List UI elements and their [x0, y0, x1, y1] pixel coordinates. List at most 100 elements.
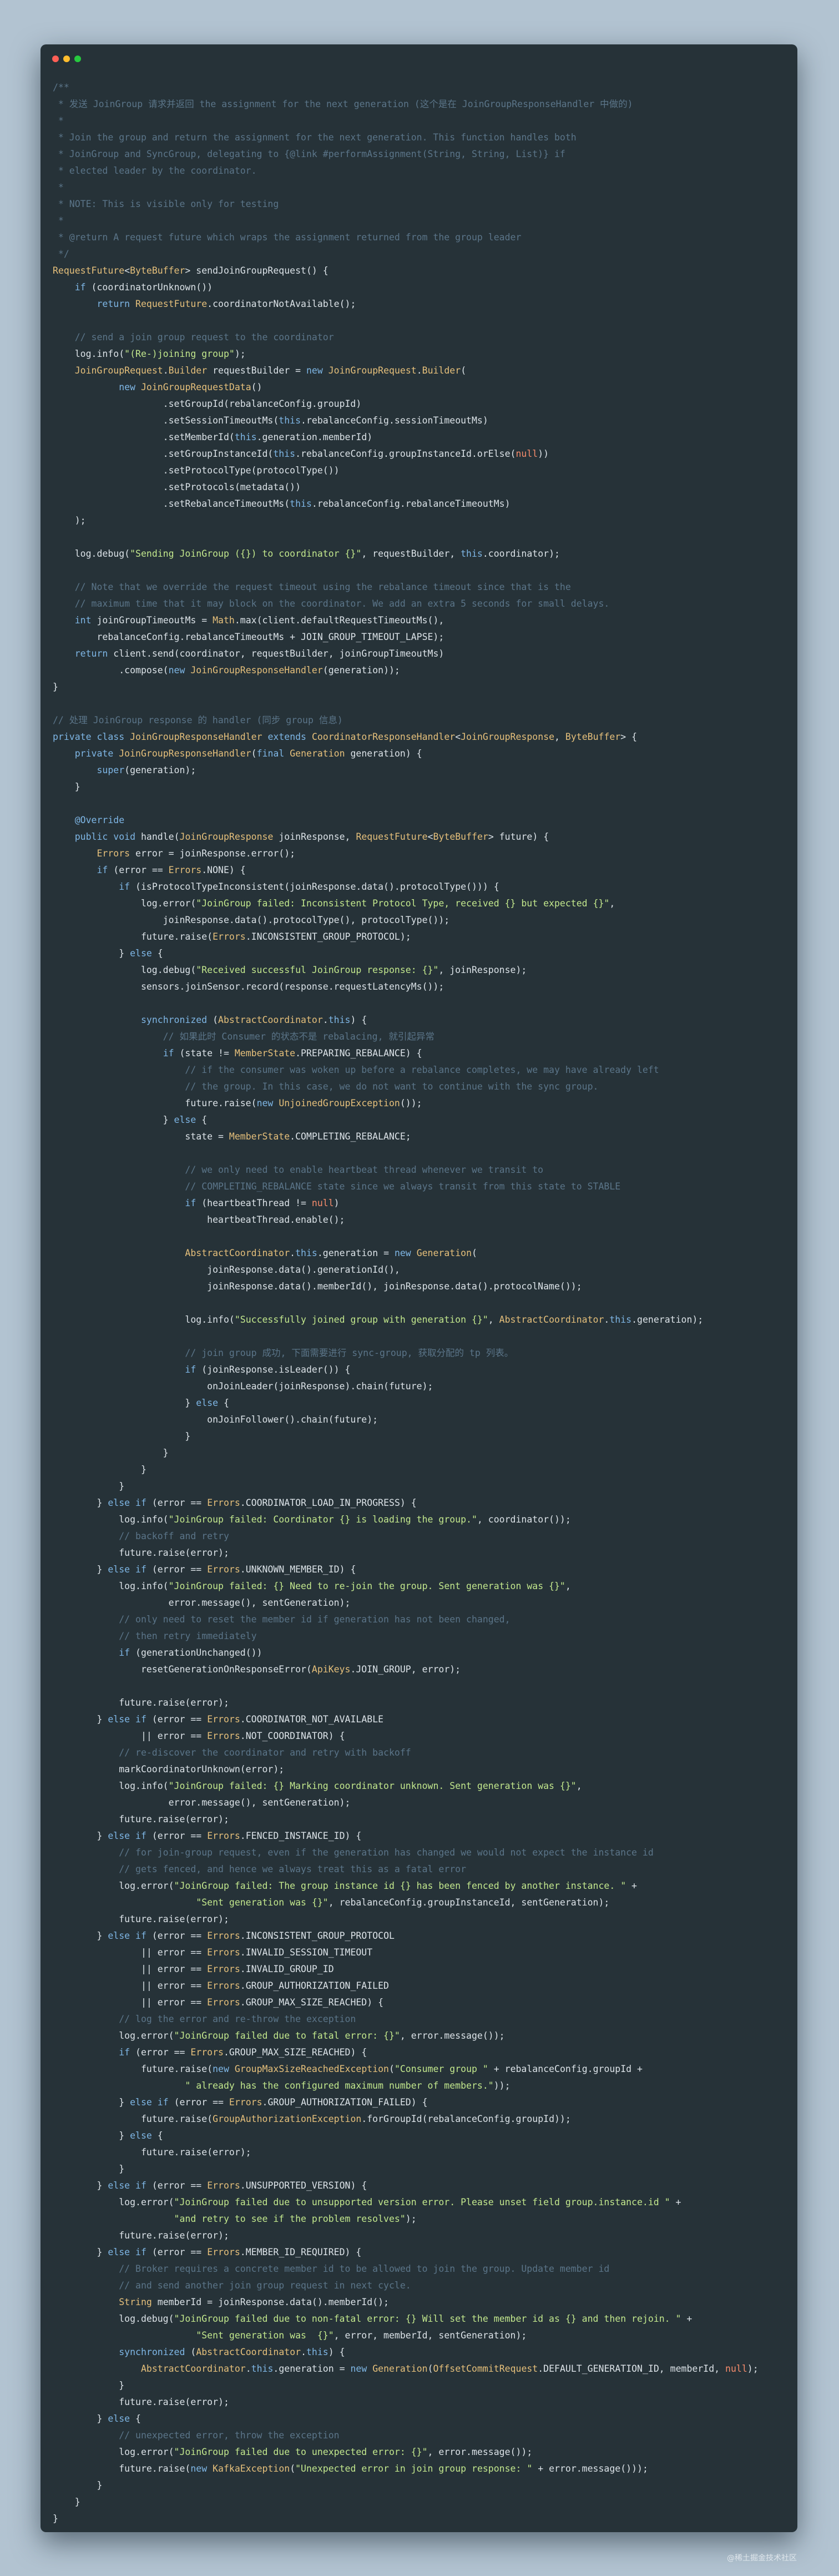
code-line: } [53, 2164, 125, 2174]
code-line: future.raise(new KafkaException("Unexpec… [53, 2463, 648, 2474]
code-line: // then retry immediately [53, 1631, 257, 1641]
code-line: } else if (error == Errors.MEMBER_ID_REQ… [53, 2247, 362, 2257]
code-line: log.info("JoinGroup failed: {} Marking c… [53, 1781, 582, 1791]
code-line: // only need to reset the member id if g… [53, 1614, 511, 1625]
code-line: // gets fenced, and hence we always trea… [53, 1864, 467, 1874]
code-line: } [53, 682, 58, 692]
code-line: state = MemberState.COMPLETING_REBALANCE… [53, 1131, 411, 1142]
code-line: log.info("JoinGroup failed: {} Need to r… [53, 1581, 571, 1591]
code-line: if (coordinatorUnknown()) [74, 282, 213, 293]
code-line: synchronized (AbstractCoordinator.this) … [119, 2347, 345, 2357]
code-line: if (error == Errors.NONE) { [97, 865, 246, 875]
code-line: joinResponse.data().generationId(), [53, 1264, 400, 1275]
code-line: || error == Errors.INVALID_SESSION_TIMEO… [53, 1947, 373, 1958]
code-line: return RequestFuture.coordinatorNotAvail… [97, 299, 356, 309]
code-line: // the group. In this case, we do not wa… [53, 1081, 599, 1092]
code-line: future.raise(new UnjoinedGroupException(… [53, 1098, 422, 1108]
code-line: Errors error = joinResponse.error(); [97, 848, 296, 859]
code-line: future.raise(GroupAuthorizationException… [53, 2114, 571, 2124]
code-line: super(generation); [97, 765, 196, 775]
code-line: || error == Errors.NOT_COORDINATOR) { [53, 1731, 345, 1741]
code-line: } else if (error == Errors.COORDINATOR_N… [53, 1714, 384, 1725]
code-line: } else if (error == Errors.INCONSISTENT_… [53, 1930, 395, 1941]
code-line: // send a join group request to the coor… [53, 332, 334, 342]
code-line: } [53, 2480, 103, 2491]
code-line: int joinGroupTimeoutMs = Math.max(client… [74, 615, 444, 626]
code-line: joinResponse.data().protocolType(), prot… [53, 915, 450, 925]
code-line: || error == Errors.GROUP_MAX_SIZE_REACHE… [53, 1997, 384, 2008]
code-line: } else if (error == Errors.GROUP_AUTHORI… [53, 2097, 428, 2108]
code-line: */ [53, 249, 69, 259]
code-line: // 如果此时 Consumer 的状态不是 rebalacing, 就引起异常 [53, 1031, 434, 1042]
code-line: * elected leader by the coordinator. [53, 165, 257, 176]
code-line: || error == Errors.INVALID_GROUP_ID [53, 1964, 334, 1974]
code-line: if (joinResponse.isLeader()) { [185, 1364, 351, 1375]
code-line: .setRebalanceTimeoutMs(this.rebalanceCon… [53, 498, 511, 509]
code-line: future.raise(error); [53, 1547, 229, 1558]
zoom-dot-icon[interactable] [74, 56, 81, 62]
code-line: log.info("JoinGroup failed: Coordinator … [53, 1514, 571, 1525]
code-line: return client.send(coordinator, requestB… [74, 648, 444, 659]
code-line: // for join-group request, even if the g… [53, 1847, 654, 1858]
code-line: .setProtocols(metadata()) [53, 482, 301, 492]
code-line: // Note that we override the request tim… [53, 582, 571, 592]
code-line: future.raise(error); [53, 1814, 229, 1824]
close-dot-icon[interactable] [52, 56, 59, 62]
code-line: sensors.joinSensor.record(response.reque… [53, 981, 444, 992]
code-line: log.debug("Received successful JoinGroup… [53, 965, 527, 975]
code-line: // log the error and re-throw the except… [53, 2014, 356, 2024]
code-line: // re-discover the coordinator and retry… [53, 1747, 411, 1758]
code-line: * Join the group and return the assignme… [53, 132, 577, 143]
code-line: // join group 成功, 下面需要进行 sync-group, 获取分… [53, 1348, 514, 1358]
code-line: * @return A request future which wraps t… [53, 232, 522, 243]
minimize-dot-icon[interactable] [63, 56, 70, 62]
code-line: log.error("JoinGroup failed due to fatal… [53, 2030, 505, 2041]
code-line: } else { [53, 1398, 229, 1408]
code-line: "and retry to see if the problem resolve… [174, 2214, 417, 2224]
code-line: /** [53, 82, 69, 93]
code-line: private class JoinGroupResponseHandler e… [53, 732, 638, 742]
code-line: private JoinGroupResponseHandler(final G… [74, 748, 422, 759]
code-line: log.error("JoinGroup failed: The group i… [53, 1881, 637, 1891]
code-line: synchronized (AbstractCoordinator.this) … [140, 1015, 367, 1025]
code-line: } [53, 2497, 80, 2507]
code-line: } [53, 1448, 169, 1458]
code-line: // and send another join group request i… [53, 2280, 411, 2291]
code-line: error.message(), sentGeneration); [53, 1597, 351, 1608]
code-line: // 处理 JoinGroup response 的 handler (同步 g… [53, 715, 343, 725]
code-line: .setGroupId(rebalanceConfig.groupId) [53, 399, 362, 409]
watermark: @稀土掘金技术社区 [727, 2554, 797, 2563]
code-line: if (state != MemberState.PREPARING_REBAL… [163, 1048, 422, 1058]
code-line: } else if (error == Errors.COORDINATOR_L… [53, 1498, 417, 1508]
code-line: AbstractCoordinator.this.generation = ne… [185, 1248, 477, 1258]
code-line: log.error("JoinGroup failed: Inconsisten… [53, 898, 615, 909]
code-line: RequestFuture<ByteBuffer> sendJoinGroupR… [53, 265, 328, 276]
code-line: future.raise(error); [53, 2397, 229, 2407]
code-line: // unexpected error, throw the exception [53, 2430, 340, 2441]
code-line: .setGroupInstanceId(this.rebalanceConfig… [53, 448, 549, 459]
code-line: if (error == Errors.GROUP_MAX_SIZE_REACH… [119, 2047, 367, 2058]
code-line: future.raise(error); [53, 1914, 229, 1924]
code-line: } else { [53, 2413, 141, 2424]
code-line: log.error("JoinGroup failed due to unexp… [53, 2447, 533, 2457]
code-line: // Broker requires a concrete member id … [53, 2264, 610, 2274]
code-line: // we only need to enable heartbeat thre… [53, 1165, 544, 1175]
code-line: } else { [53, 1115, 208, 1125]
code-line: // COMPLETING_REBALANCE state since we a… [53, 1181, 621, 1192]
code-line: resetGenerationOnResponseError(ApiKeys.J… [53, 1664, 461, 1675]
code-line: log.info("Successfully joined group with… [53, 1314, 704, 1325]
code-line: "Sent generation was {}", rebalanceConfi… [196, 1897, 610, 1908]
code-line: } [53, 2380, 125, 2391]
code-window: /** * 发送 JoinGroup 请求并返回 the assignment … [41, 44, 797, 2532]
code-line: new JoinGroupRequestData() [119, 382, 262, 392]
code-line: * JoinGroup and SyncGroup, delegating to… [53, 149, 565, 159]
code-line: // backoff and retry [53, 1531, 229, 1541]
